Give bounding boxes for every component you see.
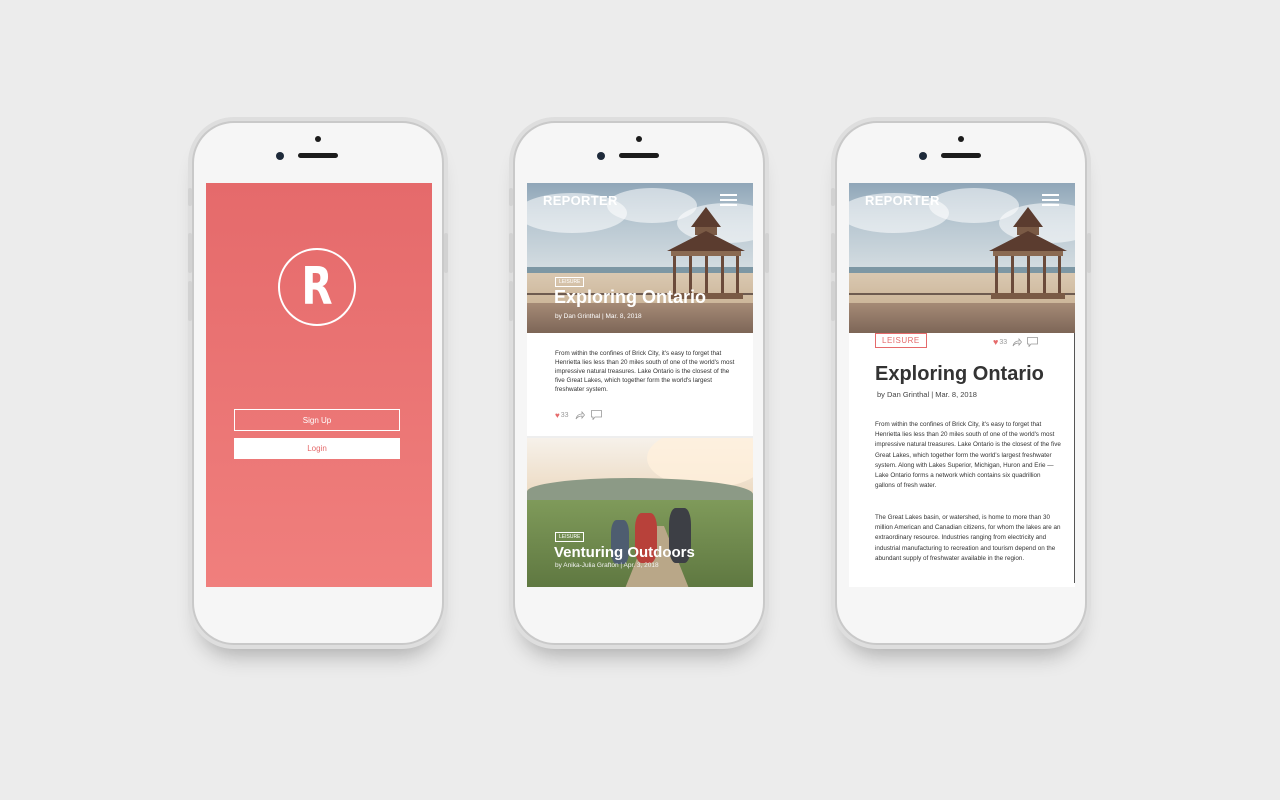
category-tag-2[interactable]: LEISURE [555, 532, 585, 542]
phone-login: R Sign Up Login [188, 121, 448, 645]
heart-icon[interactable]: ♥ [993, 337, 998, 347]
category-tag[interactable]: LEISURE [555, 277, 585, 287]
article-paragraph-1: From within the confines of Brick City, … [875, 421, 1061, 490]
article-title: Exploring Ontario [875, 363, 1044, 385]
article-title-2[interactable]: Venturing Outdoors [554, 544, 695, 561]
article-actions: ♥ 33 [993, 337, 1039, 347]
like-count: 33 [999, 338, 1008, 346]
like-count: 33 [560, 411, 569, 419]
article-actions: ♥ 33 [555, 410, 602, 420]
menu-icon[interactable] [720, 194, 737, 206]
article-meta-2: by Anika-Julia Grafton | Apr. 3, 2018 [555, 562, 659, 569]
share-icon[interactable] [1012, 337, 1023, 347]
brand-logo[interactable]: REPORTER [543, 193, 618, 208]
article-card-body: From within the confines of Brick City, … [527, 333, 753, 436]
login-button[interactable]: Login [234, 438, 400, 459]
article-meta: by Dan Grinthal | Mar. 8, 2018 [555, 313, 642, 320]
menu-icon[interactable] [1042, 194, 1059, 206]
phone-feed: REPORTER LEISURE Exploring Ontario by Da… [509, 121, 769, 645]
heart-icon[interactable]: ♥ [555, 411, 560, 420]
article-title[interactable]: Exploring Ontario [554, 287, 706, 308]
share-icon[interactable] [575, 410, 585, 420]
login-screen: R Sign Up Login [206, 183, 432, 587]
article-card-image[interactable]: REPORTER LEISURE Exploring Ontario by Da… [527, 183, 753, 333]
article-paragraph-2: The Great Lakes basin, or watershed, is … [875, 514, 1061, 562]
article-hero-image: REPORTER [849, 183, 1075, 333]
article-screen: REPORTER LEISURE ♥ 33 Exploring Ontario … [849, 183, 1075, 587]
comment-icon[interactable] [590, 410, 602, 420]
feed-screen: REPORTER LEISURE Exploring Ontario by Da… [527, 183, 753, 587]
article-card-image-2[interactable]: LEISURE Venturing Outdoors by Anika-Juli… [527, 438, 753, 587]
category-tag[interactable]: LEISURE [875, 333, 927, 348]
sign-up-button[interactable]: Sign Up [234, 409, 400, 431]
article-excerpt: From within the confines of Brick City, … [555, 350, 735, 393]
phone-article: REPORTER LEISURE ♥ 33 Exploring Ontario … [831, 121, 1091, 645]
brand-logo[interactable]: REPORTER [865, 193, 940, 208]
article-meta: by Dan Grinthal | Mar. 8, 2018 [877, 390, 977, 399]
reporter-logo: R [278, 248, 356, 326]
comment-icon[interactable] [1027, 337, 1039, 347]
